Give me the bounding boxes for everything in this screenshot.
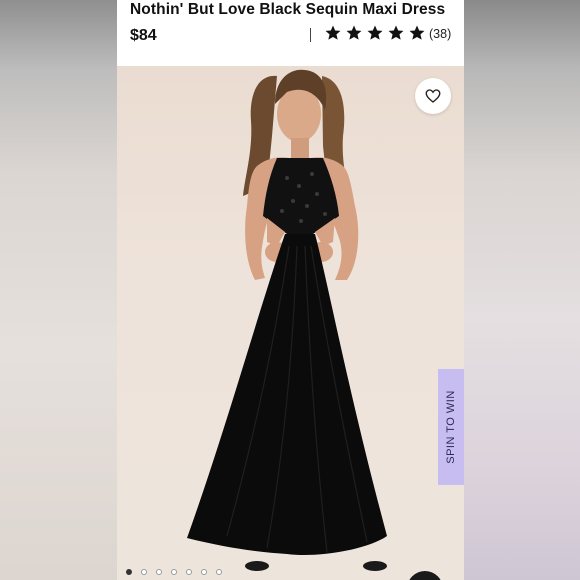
star-icon — [367, 25, 383, 40]
spin-to-win-tab[interactable]: SPIN TO WIN — [438, 369, 464, 485]
product-card: Nothin' But Love Black Sequin Maxi Dress… — [117, 0, 464, 580]
star-icon — [346, 25, 362, 40]
carousel-dot[interactable] — [141, 569, 147, 575]
review-count[interactable]: (38) — [429, 27, 451, 41]
product-header: Nothin' But Love Black Sequin Maxi Dress… — [117, 0, 464, 66]
product-photo[interactable]: SPIN TO WIN — [117, 66, 464, 580]
wishlist-button[interactable] — [415, 78, 451, 114]
blurred-backdrop-right — [464, 0, 580, 580]
star-icon — [409, 25, 425, 40]
spin-to-win-label: SPIN TO WIN — [445, 390, 458, 464]
rating-stars[interactable] — [324, 24, 426, 42]
star-icon — [388, 25, 404, 40]
carousel-dot[interactable] — [156, 569, 162, 575]
carousel-dot[interactable] — [171, 569, 177, 575]
carousel-dot[interactable] — [186, 569, 192, 575]
blurred-backdrop-left — [0, 0, 118, 580]
product-price: $84 — [130, 27, 157, 44]
heart-icon — [425, 89, 441, 103]
carousel-dot[interactable] — [216, 569, 222, 575]
star-icon — [325, 25, 341, 40]
carousel-dot[interactable] — [126, 569, 132, 575]
model-illustration — [187, 69, 387, 571]
rating-divider — [310, 28, 311, 42]
product-title: Nothin' But Love Black Sequin Maxi Dress — [130, 1, 446, 18]
carousel-dots — [126, 569, 222, 575]
carousel-dot[interactable] — [201, 569, 207, 575]
